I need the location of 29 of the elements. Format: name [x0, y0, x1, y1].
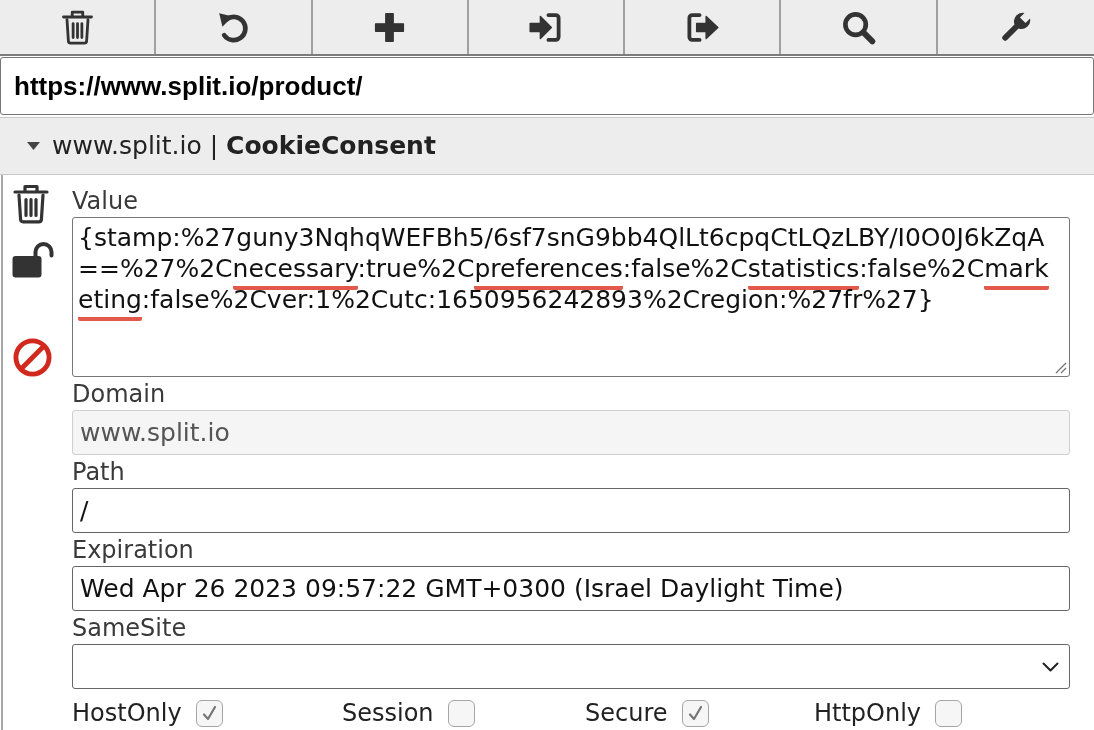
checkbox-label: Session: [342, 699, 434, 727]
url-field[interactable]: https://www.split.io/product/: [0, 57, 1094, 115]
value-field[interactable]: {stamp:%27guny3NqhqWEFBh5/6sf7snG9bb4QlLt6cpqCtLQzLBY/I0O0J6kZqA ==%27%2Cnecessary:true%2Cpreferences:false%2Cstatistics:false%2Cmark eting:false%2Cver:1%2Cutc:1650956242893%2Cregion:%27fr%27}: [72, 217, 1070, 377]
checkmark-icon: [686, 704, 704, 722]
field-label: Path: [72, 459, 125, 485]
checkbox-label: HostOnly: [72, 699, 182, 727]
ban-icon[interactable]: [13, 338, 52, 377]
cookie-title: www.split.io | CookieConsent: [52, 130, 436, 163]
input-field[interactable]: /: [72, 488, 1070, 533]
input-field[interactable]: Wed Apr 26 2023 09:57:22 GMT+0300 (Israel Daylight Time): [72, 566, 1070, 611]
checkbox[interactable]: [447, 699, 475, 727]
field-label: SameSite: [72, 615, 187, 641]
trash-icon[interactable]: [13, 184, 49, 224]
cookie-header[interactable]: www.split.io | CookieConsent: [0, 117, 1094, 175]
field-label: Expiration: [72, 537, 194, 563]
search-icon: [841, 9, 877, 45]
open-padlock-icon[interactable]: [12, 242, 54, 278]
field-label: Domain: [72, 381, 166, 407]
trash-icon: [59, 9, 95, 45]
checkbox[interactable]: [935, 699, 963, 727]
checkmark-icon: [200, 704, 218, 722]
checkbox[interactable]: [681, 699, 709, 727]
field-label: Value: [72, 188, 138, 214]
checkbox-label: HttpOnly: [814, 699, 922, 727]
chevron-down-icon: [1042, 661, 1059, 672]
checkbox[interactable]: [195, 699, 223, 727]
select-field[interactable]: [72, 644, 1070, 689]
checkbox-label: Secure: [585, 699, 668, 727]
resize-handle-icon[interactable]: [1053, 360, 1067, 374]
